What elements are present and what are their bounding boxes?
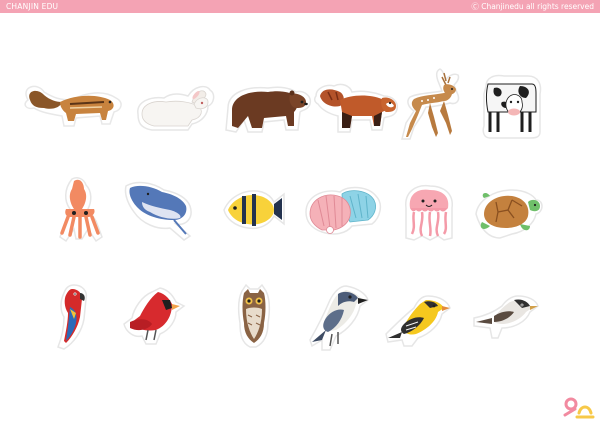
owl-icon	[236, 283, 272, 349]
parrot-icon	[56, 283, 90, 351]
brown-bear-icon	[224, 80, 312, 135]
chipmunk-icon	[20, 80, 124, 130]
cardinal-icon	[122, 286, 186, 348]
copyright-notice: Ⓒ Chanjinedu all rights reserved	[471, 2, 594, 11]
header-bar: CHANJIN EDU Ⓒ Chanjinedu all rights rese…	[0, 0, 600, 13]
squid-icon	[52, 177, 106, 245]
kingfisher-bird-icon	[308, 284, 370, 352]
red-panda-icon	[312, 78, 400, 135]
manta-ray-icon	[124, 178, 196, 241]
rabbit-icon	[132, 80, 218, 135]
sparrow-icon	[472, 294, 540, 340]
tropical-fish-icon	[222, 186, 286, 232]
jellyfish-icon	[402, 184, 456, 242]
chanjin-logo-icon	[561, 397, 595, 419]
cow-icon	[480, 72, 542, 140]
yellow-warbler-icon	[384, 294, 454, 348]
brand-name: CHANJIN EDU	[6, 2, 59, 11]
seashell-icon	[302, 186, 382, 238]
deer-icon	[400, 67, 468, 143]
sea-turtle-icon	[474, 186, 544, 240]
